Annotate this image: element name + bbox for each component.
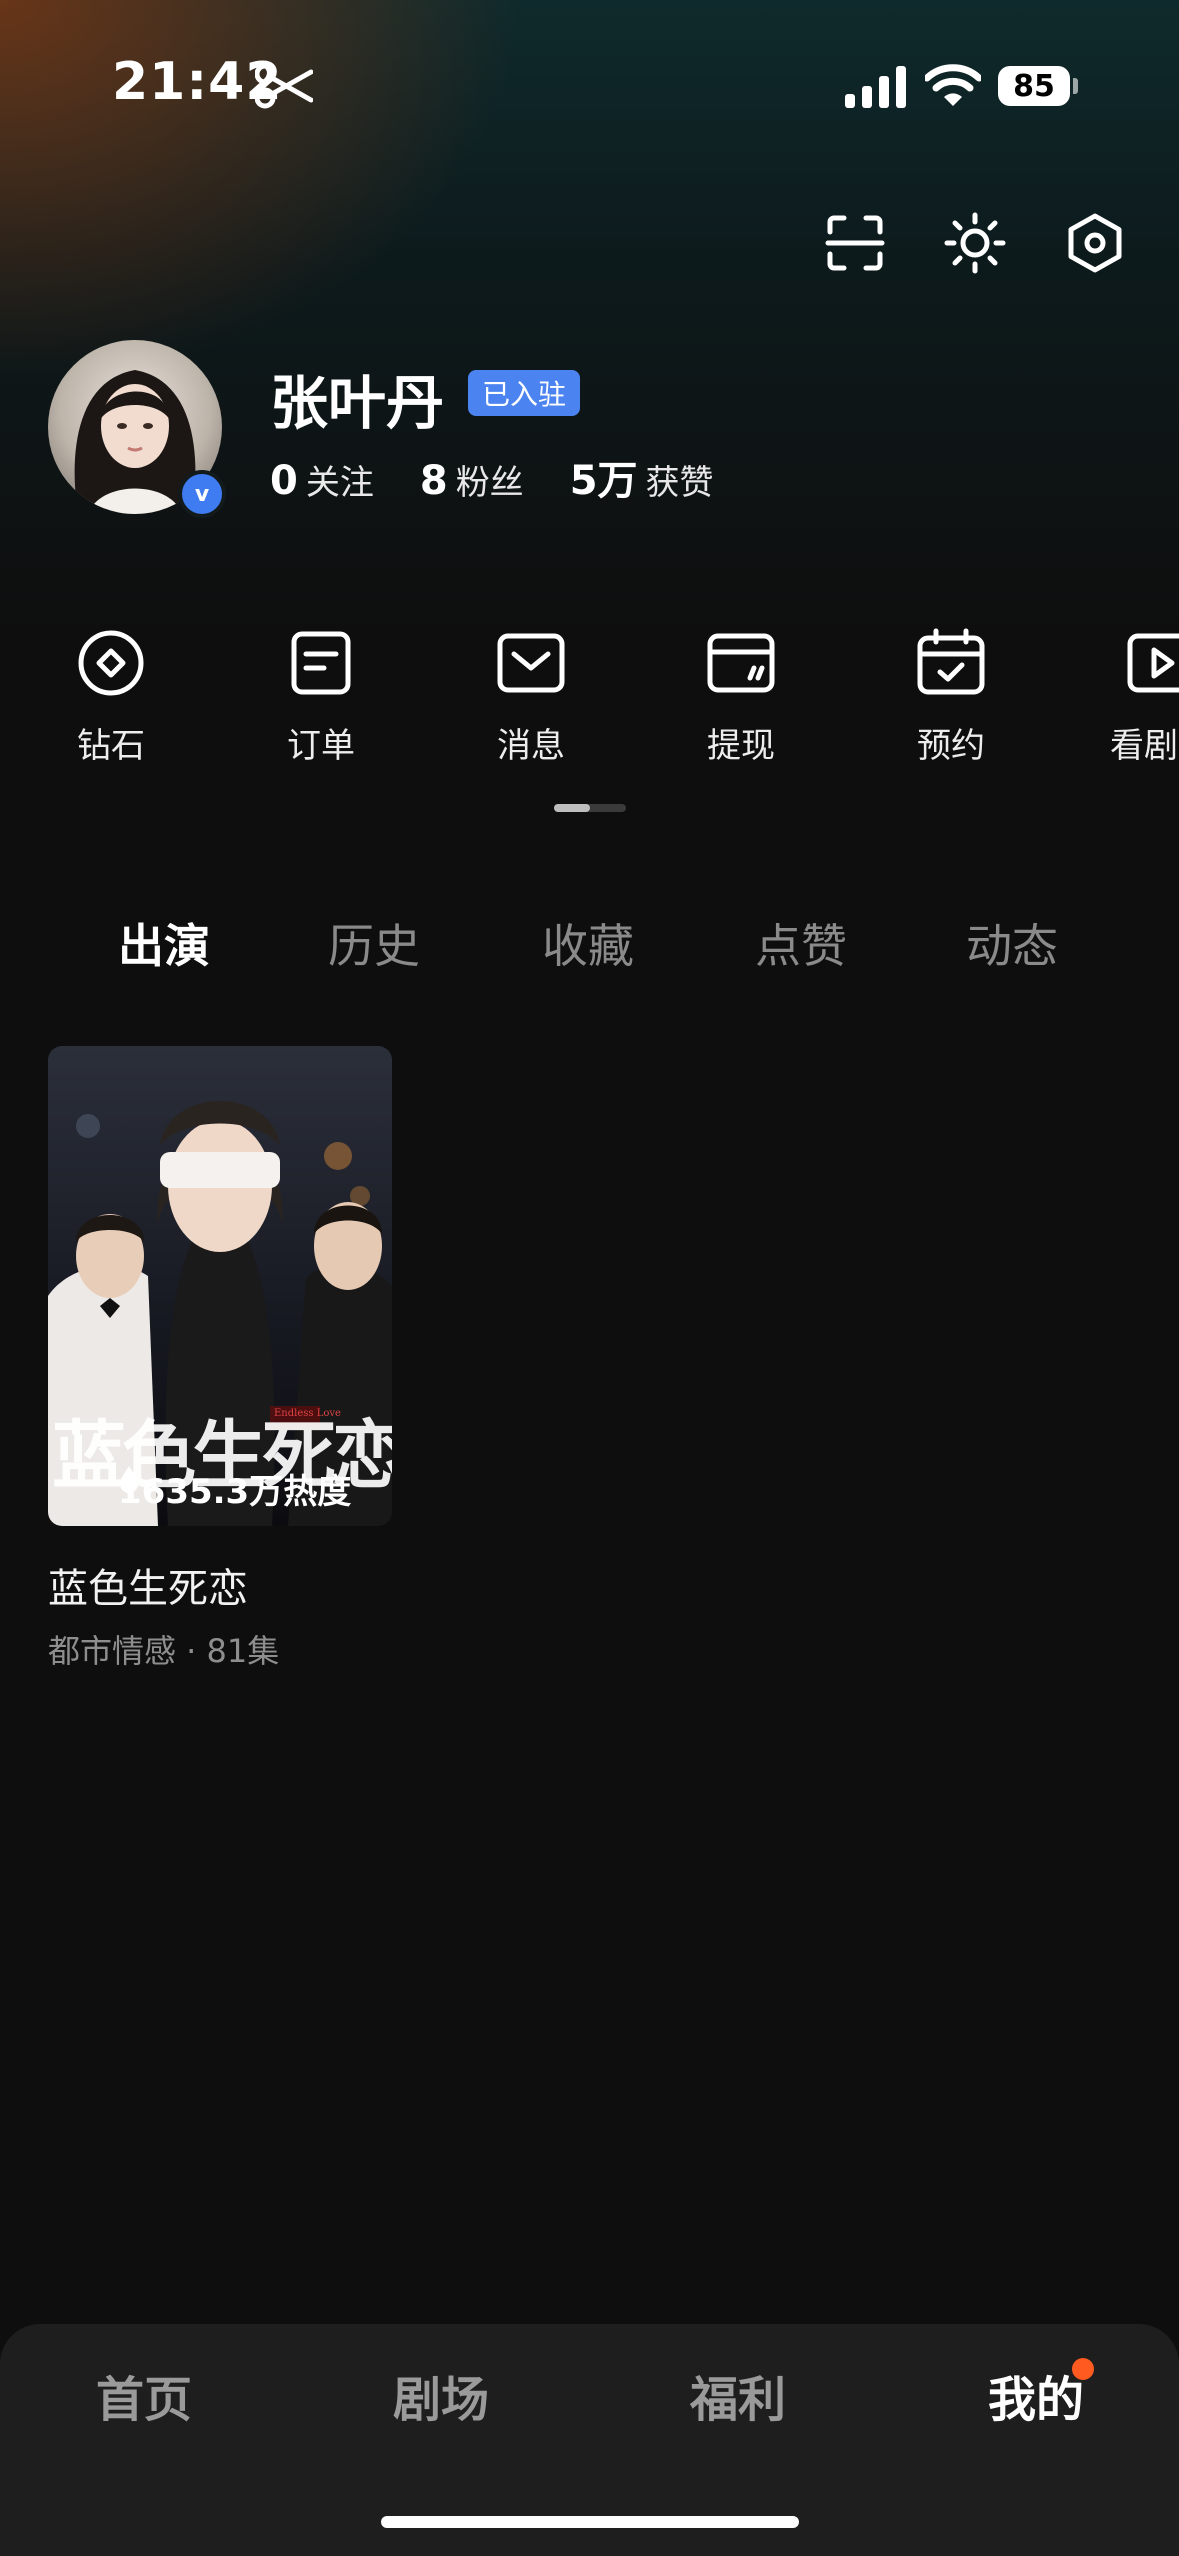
diamond-icon — [78, 630, 144, 696]
battery-cap — [1073, 78, 1078, 94]
calendar-icon — [917, 628, 985, 695]
drama-poster[interactable]: Endless Love 蓝色生死恋 1635.3万热度 — [48, 1046, 392, 1526]
heat-label: 1635.3万热度 — [118, 1464, 351, 1513]
stat-following[interactable]: 0 关注 — [270, 455, 374, 504]
action-label: 订单 — [287, 726, 355, 766]
scissors-icon — [255, 63, 313, 109]
heat-value: 1635.3万热度 — [118, 1472, 352, 1512]
flame-icon — [120, 1466, 138, 1493]
tab-likes[interactable]: 点赞 — [755, 910, 847, 976]
action-label: 钻石 — [77, 726, 145, 766]
wifi-icon — [925, 64, 981, 106]
action-label: 看剧偏 — [1110, 726, 1179, 766]
stat-likes[interactable]: 5万 获赞 — [570, 448, 714, 506]
order-icon — [291, 631, 351, 695]
tab-favorites[interactable]: 收藏 — [542, 910, 634, 976]
action-diamond[interactable]: 钻石 — [31, 628, 191, 767]
joined-badge: 已入驻 — [468, 370, 581, 416]
action-label: 预约 — [917, 726, 985, 766]
stat-value: 5万 — [569, 458, 638, 504]
notification-dot — [1072, 2358, 1094, 2380]
stat-value: 0 — [270, 458, 298, 504]
nav-theater[interactable]: 剧场 — [393, 2360, 489, 2430]
action-label: 提现 — [707, 726, 775, 766]
action-reservation[interactable]: 预约 — [871, 628, 1031, 767]
action-label: 消息 — [497, 726, 565, 766]
drama-meta: 都市情感 · 81集 — [48, 1632, 280, 1670]
quick-actions: 钻石 订单 消息 提现 预约 看剧 — [0, 628, 1179, 778]
action-withdraw[interactable]: 提现 — [661, 628, 821, 767]
action-watch[interactable]: 看剧偏 — [1081, 628, 1179, 767]
home-indicator[interactable] — [381, 2516, 799, 2528]
tab-history[interactable]: 历史 — [328, 910, 420, 976]
message-icon — [497, 633, 565, 693]
stat-label: 关注 — [305, 463, 374, 503]
nav-mine[interactable]: 我的 — [988, 2360, 1084, 2430]
username: 张叶丹 — [270, 369, 445, 437]
actions-pager-thumb — [554, 804, 590, 812]
signal-icon — [845, 66, 906, 108]
stat-fans[interactable]: 8 粉丝 — [420, 455, 524, 504]
profile-stats: 0 关注 8 粉丝 5万 获赞 — [270, 448, 714, 506]
nav-rewards[interactable]: 福利 — [690, 2360, 786, 2430]
play-icon — [1127, 633, 1179, 693]
brightness-icon[interactable] — [944, 212, 1006, 274]
stat-value: 8 — [419, 458, 448, 504]
stat-label: 获赞 — [645, 463, 714, 503]
drama-title[interactable]: 蓝色生死恋 — [48, 1556, 248, 1614]
scan-icon[interactable] — [824, 212, 886, 274]
action-order[interactable]: 订单 — [241, 628, 401, 767]
nav-home[interactable]: 首页 — [96, 2360, 192, 2430]
profile-screen: 21:42 85 v 张叶丹 已入驻 0 关注 8 粉丝 5万 获赞 钻石 订单… — [0, 0, 1179, 2556]
tab-performances[interactable]: 出演 — [118, 910, 210, 976]
tab-activity[interactable]: 动态 — [966, 910, 1058, 976]
verified-badge: v — [178, 470, 226, 518]
stat-label: 粉丝 — [455, 463, 524, 503]
battery-level: 85 — [998, 66, 1070, 106]
action-message[interactable]: 消息 — [451, 628, 611, 767]
wallet-icon — [707, 633, 775, 693]
settings-icon[interactable] — [1064, 212, 1126, 274]
